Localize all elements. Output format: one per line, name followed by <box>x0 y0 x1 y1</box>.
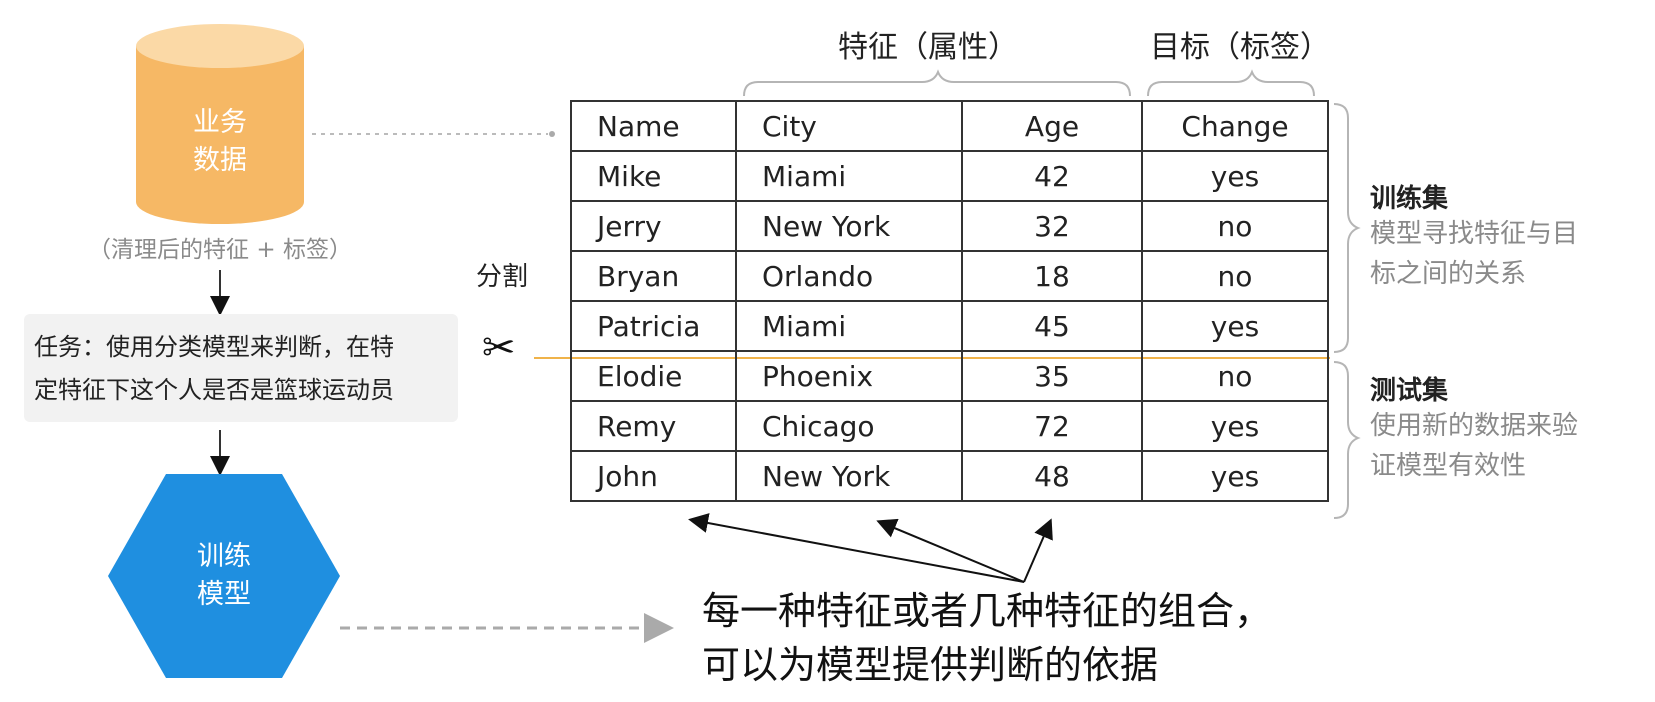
table-cell: 32 <box>961 200 1143 252</box>
cylinder-label-line2: 数据 <box>193 145 247 176</box>
test-set-title: 测试集 <box>1370 376 1449 406</box>
task-line-2: 定特征下这个人是否是篮球运动员 <box>34 376 394 404</box>
arrow-to-city-column <box>876 518 1025 583</box>
table-cell: John <box>570 450 737 502</box>
task-description-box: 任务：使用分类模型来判断，在特 定特征下这个人是否是篮球运动员 <box>24 314 458 422</box>
table-cell: 18 <box>961 250 1143 302</box>
table-cell: Miami <box>735 300 963 352</box>
training-set-desc-line1: 模型寻找特征与目 <box>1370 219 1579 249</box>
table-cell: yes <box>1141 150 1329 202</box>
column-header: City <box>735 100 963 152</box>
column-header: Age <box>961 100 1143 152</box>
table-row: Elodie Phoenix 35 no <box>570 350 1329 402</box>
table-row: Patricia Miami 45 yes <box>570 300 1329 352</box>
features-heading: 特征（属性） <box>838 30 1018 65</box>
table-cell: Elodie <box>570 350 737 402</box>
scissors-icon: ✂ <box>482 325 516 371</box>
table-cell: 45 <box>961 300 1143 352</box>
test-set-desc-line2: 证模型有效性 <box>1370 451 1527 481</box>
task-line-1: 任务：使用分类模型来判断，在特 <box>34 333 394 361</box>
test-set-bracket <box>1333 361 1361 519</box>
table-cell: no <box>1141 200 1329 252</box>
table-row: Jerry New York 32 no <box>570 200 1329 252</box>
cleaned-data-caption: （清理后的特征 + 标签） <box>88 237 352 263</box>
table-cell: yes <box>1141 450 1329 502</box>
target-heading: 目标（标签） <box>1150 30 1330 65</box>
column-header: Change <box>1141 100 1329 152</box>
model-label-line1: 训练 <box>197 541 251 572</box>
table-row: John New York 48 yes <box>570 450 1329 502</box>
split-label: 分割 <box>476 262 529 292</box>
table-cell: 42 <box>961 150 1143 202</box>
cylinder-label-line1: 业务 <box>193 107 247 138</box>
table-cell: New York <box>735 200 963 252</box>
table-cell: Phoenix <box>735 350 963 402</box>
table-cell: Remy <box>570 400 737 452</box>
table-cell: Bryan <box>570 250 737 302</box>
arrow-to-name-column <box>688 513 1025 583</box>
table-cell: Orlando <box>735 250 963 302</box>
table-cell: 72 <box>961 400 1143 452</box>
features-bracket <box>743 69 1131 97</box>
table-body: Mike Miami 42 yes Jerry New York 32 no Bryan Orla… <box>570 150 1329 502</box>
caption-line-2: 可以为模型提供判断的依据 <box>702 643 1159 687</box>
table-cell: yes <box>1141 300 1329 352</box>
table-cell: Jerry <box>570 200 737 252</box>
table-cell: Mike <box>570 150 737 202</box>
training-set-bracket <box>1333 103 1361 353</box>
table-cell: 35 <box>961 350 1143 402</box>
table-cell: no <box>1141 250 1329 302</box>
data-table: Name City Age Change Mike Miami 42 yes Jerry… <box>570 100 1329 502</box>
arrow-to-age-column <box>1023 518 1053 583</box>
table-cell: New York <box>735 450 963 502</box>
training-set-desc-line2: 标之间的关系 <box>1370 259 1527 289</box>
caption-line-1: 每一种特征或者几种特征的组合， <box>702 589 1273 633</box>
table-row: Remy Chicago 72 yes <box>570 400 1329 452</box>
table-cell: no <box>1141 350 1329 402</box>
table-cell: Chicago <box>735 400 963 452</box>
table-row: Mike Miami 42 yes <box>570 150 1329 202</box>
connector-dot <box>549 131 555 137</box>
table-row: Bryan Orlando 18 no <box>570 250 1329 302</box>
table-cell: 48 <box>961 450 1143 502</box>
column-header: Name <box>570 100 737 152</box>
test-set-desc-line1: 使用新的数据来验 <box>1370 411 1579 441</box>
training-set-title: 训练集 <box>1370 184 1449 214</box>
feature-combination-caption: 每一种特征或者几种特征的组合， 可以为模型提供判断的依据 <box>702 584 1272 692</box>
table-cell: yes <box>1141 400 1329 452</box>
table-cell: Patricia <box>570 300 737 352</box>
table-cell: Miami <box>735 150 963 202</box>
table-header-row: Name City Age Change <box>570 100 1329 152</box>
target-bracket <box>1147 69 1315 97</box>
model-label-line2: 模型 <box>197 579 251 610</box>
